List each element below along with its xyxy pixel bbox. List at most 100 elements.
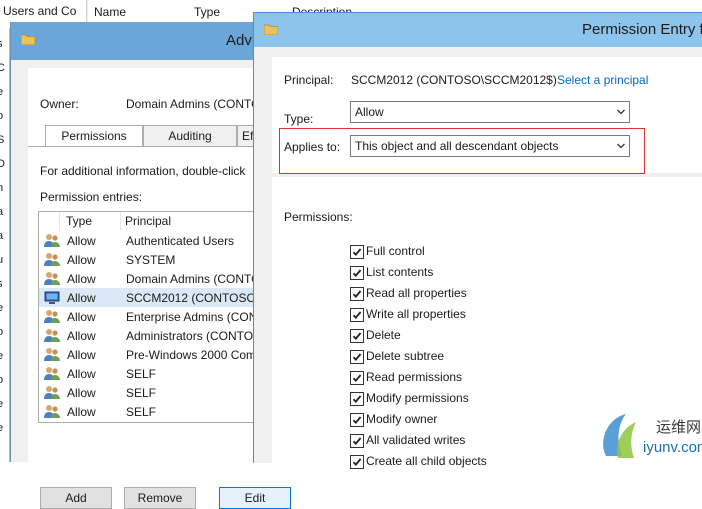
- entry-principal: SELF: [126, 386, 157, 400]
- checkbox-box[interactable]: [350, 287, 364, 301]
- permission-label: Delete: [366, 328, 401, 342]
- entry-principal: SCCM2012 (CONTOSO\SC: [126, 291, 263, 305]
- checkmark-icon: [352, 311, 362, 319]
- entry-type: Allow: [67, 234, 96, 248]
- background-list-fragment: o: [0, 110, 3, 122]
- users-icon: [44, 367, 60, 380]
- remove-button[interactable]: Remove: [124, 487, 196, 509]
- checkmark-icon: [352, 395, 362, 403]
- table-row[interactable]: Allow Authenticated Users: [39, 231, 262, 250]
- checkmark-icon: [352, 248, 362, 256]
- tree-item-users-and-computers[interactable]: Users and Co: [3, 4, 76, 18]
- entry-type: Allow: [67, 405, 96, 419]
- permission-entries-label: Permission entries:: [40, 190, 143, 204]
- computer-icon: [44, 291, 60, 304]
- checkbox-box[interactable]: [350, 245, 364, 259]
- advanced-security-window: Adv Owner: Domain Admins (CONTO Permissi…: [10, 22, 291, 509]
- users-icon: [44, 272, 60, 285]
- entry-principal: SYSTEM: [126, 253, 176, 267]
- table-row[interactable]: Allow SCCM2012 (CONTOSO\SC: [39, 288, 262, 307]
- column-header-principal[interactable]: Principal: [116, 212, 262, 230]
- users-icon: [44, 310, 60, 323]
- checkbox-box[interactable]: [350, 434, 364, 448]
- advanced-security-titlebar[interactable]: Adv: [11, 22, 261, 60]
- table-row[interactable]: Allow Domain Admins (CONTOS: [39, 269, 262, 288]
- background-list-fragment: s: [0, 38, 3, 50]
- advanced-security-body: Owner: Domain Admins (CONTO Permissions …: [28, 68, 291, 509]
- entry-type: Allow: [67, 348, 96, 362]
- background-list-fragment: s: [0, 278, 3, 290]
- table-row[interactable]: Allow SYSTEM: [39, 250, 262, 269]
- add-button[interactable]: Add: [40, 487, 112, 509]
- permission-label: Modify permissions: [366, 391, 469, 405]
- permission-label: Modify owner: [366, 412, 438, 426]
- type-dropdown[interactable]: Allow: [350, 101, 630, 123]
- table-row[interactable]: Allow SELF: [39, 402, 262, 421]
- checkbox-box[interactable]: [350, 371, 364, 385]
- entry-principal: Enterprise Admins (CONT: [126, 310, 263, 324]
- edit-button[interactable]: Edit: [219, 487, 291, 509]
- tab-permissions[interactable]: Permissions: [45, 125, 143, 147]
- entry-type: Allow: [67, 272, 96, 286]
- background-list-fragment: C: [0, 62, 5, 74]
- entry-principal: Pre-Windows 2000 Compa: [126, 348, 263, 362]
- background-list-fragment: a: [0, 230, 3, 242]
- applies-to-dropdown[interactable]: This object and all descendant objects: [350, 135, 630, 157]
- permission-entry-dialog: Permission Entry fo Principal: SCCM2012 …: [253, 12, 702, 469]
- entry-type: Allow: [67, 310, 96, 324]
- background-list-fragment: e: [0, 422, 3, 434]
- checkbox-box[interactable]: [350, 413, 364, 427]
- folder-icon: [21, 34, 35, 45]
- checkbox-box[interactable]: [350, 266, 364, 280]
- table-row[interactable]: Allow Administrators (CONTOSO: [39, 326, 262, 345]
- checkmark-icon: [352, 374, 362, 382]
- column-name[interactable]: Name: [94, 5, 126, 19]
- watermark-logo-icon: [603, 414, 636, 458]
- entry-type: Allow: [67, 329, 96, 343]
- applies-to-label: Applies to:: [284, 140, 341, 154]
- permission-entry-titlebar[interactable]: Permission Entry fo: [254, 13, 702, 47]
- entry-type: Allow: [67, 291, 96, 305]
- principal-value: SCCM2012 (CONTOSO\SCCM2012$): [351, 73, 557, 87]
- checkbox-box[interactable]: [350, 329, 364, 343]
- checkmark-icon: [352, 332, 362, 340]
- tab-auditing[interactable]: Auditing: [143, 125, 237, 146]
- background-list-fragment: e: [0, 302, 3, 314]
- background-list-strip: sCeoSDnaauseoeoee: [0, 28, 10, 462]
- checkbox-box[interactable]: [350, 392, 364, 406]
- chevron-down-icon: [617, 109, 625, 115]
- background-list-fragment: e: [0, 350, 3, 362]
- background-list-fragment: o: [0, 326, 3, 338]
- column-header-type[interactable]: Type: [60, 212, 121, 230]
- permission-label: Read permissions: [366, 370, 463, 384]
- entry-type: Allow: [67, 253, 96, 267]
- background-list-fragment: D: [0, 158, 5, 170]
- table-row[interactable]: Allow SELF: [39, 383, 262, 402]
- select-principal-link[interactable]: Select a principal: [557, 73, 648, 87]
- permission-label: All validated writes: [366, 433, 466, 447]
- background-list-fragment: a: [0, 206, 3, 218]
- entry-type: Allow: [67, 386, 96, 400]
- permission-label: Create all child objects: [366, 454, 487, 468]
- applies-to-dropdown-value: This object and all descendant objects: [355, 139, 559, 153]
- background-list-fragment: e: [0, 86, 3, 98]
- column-header-icon: [39, 212, 60, 230]
- table-row[interactable]: Allow Enterprise Admins (CONT: [39, 307, 262, 326]
- folder-icon: [264, 24, 278, 35]
- checkmark-icon: [352, 269, 362, 277]
- watermark: 运维网 iyunv.com: [596, 410, 702, 462]
- checkbox-box[interactable]: [350, 455, 364, 469]
- users-icon: [44, 253, 60, 266]
- checkbox-box[interactable]: [350, 308, 364, 322]
- table-row[interactable]: Allow Pre-Windows 2000 Compa: [39, 345, 262, 364]
- principal-label: Principal:: [284, 73, 334, 87]
- entry-principal: SELF: [126, 367, 157, 381]
- table-row[interactable]: Allow SELF: [39, 364, 262, 383]
- checkbox-box[interactable]: [350, 350, 364, 364]
- column-type[interactable]: Type: [194, 5, 220, 19]
- chevron-down-icon: [617, 143, 625, 149]
- entry-principal: SELF: [126, 405, 157, 419]
- permission-entries-table[interactable]: Type Principal Allow Authenticated Users A…: [38, 211, 263, 423]
- owner-label: Owner:: [40, 97, 79, 111]
- entry-principal: Domain Admins (CONTOS: [126, 272, 263, 286]
